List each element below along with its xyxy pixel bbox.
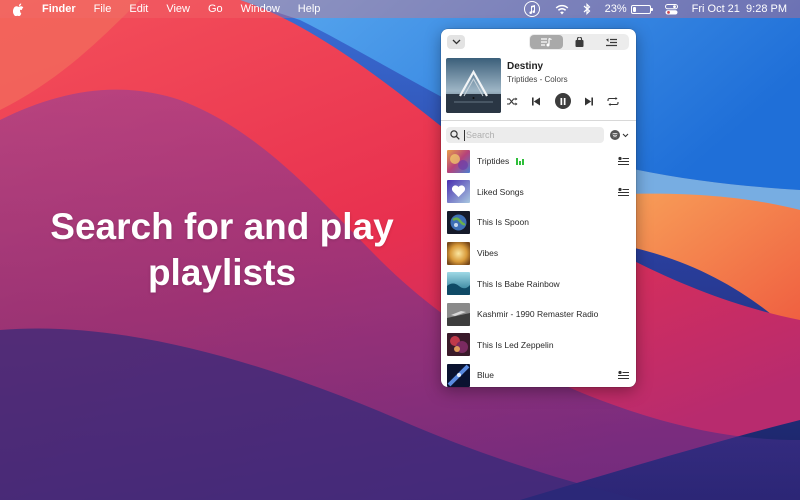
- chevron-down-icon: [622, 133, 629, 137]
- source-selector[interactable]: [610, 130, 629, 140]
- playlist-thumbnail: [447, 241, 470, 265]
- playlist-thumbnail: [447, 302, 470, 326]
- library-tab-icon: [575, 37, 583, 47]
- wifi-icon[interactable]: [555, 4, 569, 15]
- view-switcher: [529, 34, 629, 50]
- playlist-label: This Is Spoon: [477, 217, 529, 228]
- add-to-queue-icon: [617, 187, 629, 196]
- menu-app-name[interactable]: Finder: [36, 3, 85, 15]
- next-button[interactable]: [584, 97, 594, 106]
- repeat-button[interactable]: [607, 96, 619, 106]
- battery-level-fill: [632, 6, 637, 12]
- source-icon: [610, 130, 620, 140]
- playlist-row[interactable]: Vibes: [441, 238, 636, 269]
- playlist-row[interactable]: Triptides: [441, 146, 636, 177]
- playlist-label: This Is Led Zeppelin: [477, 339, 554, 350]
- battery-icon[interactable]: [630, 4, 653, 14]
- previous-button[interactable]: [531, 97, 541, 106]
- playlist-row[interactable]: This Is Babe Rainbow: [441, 268, 636, 299]
- apple-icon[interactable]: [0, 3, 36, 16]
- menu-file[interactable]: File: [85, 3, 121, 15]
- next-icon: [584, 97, 593, 105]
- add-to-queue-icon: [617, 371, 629, 380]
- tab-library[interactable]: [563, 35, 596, 49]
- previous-icon: [532, 97, 541, 105]
- tab-queue[interactable]: [530, 35, 563, 49]
- playlist-thumbnail: [447, 333, 470, 357]
- repeat-icon: [607, 96, 619, 106]
- playlist-thumbnail: [447, 363, 470, 387]
- playlist-row[interactable]: Liked Songs: [441, 177, 636, 208]
- shuffle-icon: [507, 97, 518, 105]
- chevron-down-icon: [452, 39, 460, 45]
- add-to-queue-button[interactable]: [616, 186, 630, 198]
- playback-controls: [507, 93, 623, 109]
- menu-view[interactable]: View: [157, 3, 199, 15]
- menu-help[interactable]: Help: [289, 3, 330, 15]
- music-status-icon[interactable]: [523, 1, 540, 17]
- now-playing-info: Destiny Triptides - Colors: [507, 58, 631, 119]
- datetime[interactable]: Fri Oct 21 9:28 PM: [692, 3, 787, 15]
- playlist-list: Triptides Liked Songs This Is Spoon Vibe…: [441, 145, 636, 387]
- playlist-thumbnail: [447, 210, 470, 234]
- playlist-row[interactable]: Blue: [441, 360, 636, 387]
- menu-bar: Finder File Edit View Go Window Help 23%…: [0, 0, 800, 18]
- track-artist-album[interactable]: Triptides - Colors: [507, 75, 631, 84]
- menu-window[interactable]: Window: [232, 3, 289, 15]
- track-title[interactable]: Destiny: [507, 61, 631, 72]
- now-playing-panel: Destiny Triptides - Colors: [441, 55, 636, 119]
- tab-playlists[interactable]: [595, 35, 628, 49]
- add-to-queue-icon: [617, 157, 629, 166]
- add-to-queue-button[interactable]: [616, 155, 630, 167]
- control-center-icon[interactable]: [664, 3, 678, 15]
- pause-icon: [560, 97, 565, 105]
- playlist-row[interactable]: Kashmir - 1990 Remaster Radio: [441, 299, 636, 330]
- playlist-label: Blue: [477, 370, 495, 381]
- hero-headline: Search for and play playlists: [0, 204, 444, 296]
- hero-line-1: Search for and play: [50, 206, 394, 247]
- queue-tab-icon: [540, 37, 552, 46]
- playlist-thumbnail: [447, 272, 470, 296]
- search-box[interactable]: [446, 127, 604, 143]
- playlist-label: Vibes: [477, 248, 499, 259]
- playlist-label: Liked Songs: [477, 186, 524, 197]
- search-row: [441, 121, 636, 145]
- add-to-queue-button[interactable]: [616, 369, 630, 381]
- collapse-button[interactable]: [447, 35, 465, 49]
- playlist-thumbnail: [447, 180, 470, 204]
- menu-go[interactable]: Go: [199, 3, 232, 15]
- menu-edit[interactable]: Edit: [120, 3, 157, 15]
- search-input[interactable]: [464, 129, 594, 141]
- search-icon: [450, 130, 460, 140]
- playlist-label: Triptides: [477, 156, 510, 167]
- bluetooth-icon[interactable]: [583, 3, 591, 15]
- battery-percent: 23%: [604, 3, 627, 15]
- playlist-label: Kashmir - 1990 Remaster Radio: [477, 309, 599, 320]
- popover-header: [441, 29, 636, 55]
- now-playing-indicator-icon: [516, 157, 525, 165]
- playlist-thumbnail: [447, 149, 470, 173]
- playlist-label: This Is Babe Rainbow: [477, 278, 560, 289]
- playlist-row[interactable]: This Is Spoon: [441, 207, 636, 238]
- playlists-tab-icon: [605, 38, 617, 46]
- player-popover: Destiny Triptides - Colors Search Tripti…: [441, 29, 636, 387]
- album-art[interactable]: [446, 58, 501, 113]
- shuffle-button[interactable]: [507, 97, 518, 106]
- pause-button[interactable]: [554, 93, 571, 109]
- hero-line-2: playlists: [147, 252, 297, 293]
- playlist-row[interactable]: This Is Led Zeppelin: [441, 330, 636, 361]
